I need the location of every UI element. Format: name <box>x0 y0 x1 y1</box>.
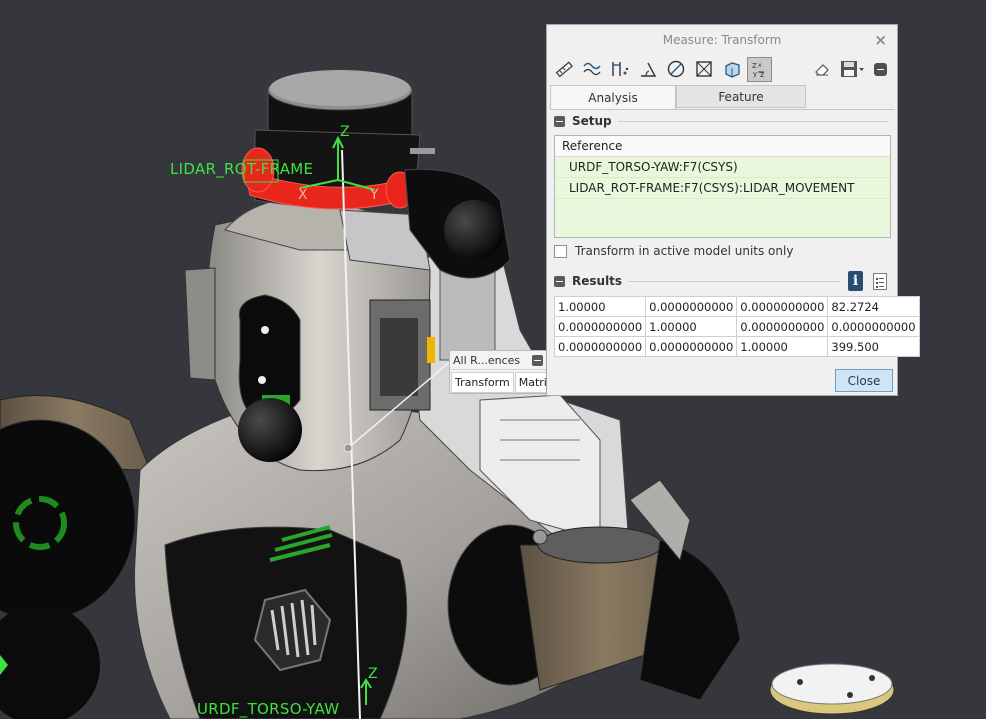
references-widget[interactable]: All R...ences Transform Matrix <box>449 350 547 394</box>
active-units-checkbox[interactable] <box>554 244 567 258</box>
matrix-cell: 1.00000 <box>645 316 738 337</box>
dialog-titlebar[interactable]: Measure: Transform × <box>547 25 897 55</box>
matrix-cell: 0.0000000000 <box>827 316 920 337</box>
close-button[interactable]: Close <box>835 369 893 392</box>
results-title: Results <box>572 274 623 288</box>
reference-item[interactable]: LIDAR_ROT-FRAME:F7(CSYS):LIDAR_MOVEMENT <box>555 178 890 199</box>
info-icon[interactable]: i <box>848 271 863 291</box>
collapse-icon[interactable] <box>554 115 565 127</box>
matrix-cell: 0.0000000000 <box>736 296 829 317</box>
eraser-icon[interactable] <box>809 57 834 82</box>
svg-text:x: x <box>758 62 762 69</box>
measure-transform-dialog: Measure: Transform × Zxyz Analysis Featu… <box>546 24 920 396</box>
table-row: 0.0000000000 0.0000000000 1.00000 399.50… <box>553 336 920 357</box>
distance-icon[interactable] <box>607 57 632 82</box>
axis-x-label: X <box>298 187 308 203</box>
matrix-cell: 82.2724 <box>827 296 920 317</box>
reference-list[interactable]: Reference URDF_TORSO-YAW:F7(CSYS) LIDAR_… <box>554 135 891 238</box>
axis-y-label: Y <box>370 187 379 203</box>
references-widget-header: All R...ences <box>450 351 546 370</box>
measure-toolbar: Zxyz <box>551 55 893 83</box>
matrix-cell: 0.0000000000 <box>553 316 647 337</box>
matrix-cell: 0.0000000000 <box>553 336 647 357</box>
collapse-icon[interactable] <box>532 354 543 366</box>
matrix-cell: 0.0000000000 <box>736 316 829 337</box>
save-icon[interactable] <box>837 57 867 82</box>
reference-item[interactable]: URDF_TORSO-YAW:F7(CSYS) <box>555 157 890 178</box>
matrix-cell: 399.500 <box>827 336 920 357</box>
angle-icon[interactable] <box>635 57 660 82</box>
matrix-cell: 0.0000000000 <box>645 296 738 317</box>
dialog-title: Measure: Transform <box>662 33 782 47</box>
torso-frame-label: URDF_TORSO-YAW <box>197 700 340 718</box>
lidar-frame-label: LIDAR_ROT-FRAME <box>170 160 314 178</box>
setup-section-header[interactable]: Setup <box>554 113 889 129</box>
widget-tab-matrix[interactable]: Matrix <box>514 371 546 393</box>
matrix-cell: 0.0000000000 <box>645 336 738 357</box>
volume-icon[interactable] <box>719 57 744 82</box>
active-units-checkbox-row[interactable]: Transform in active model units only <box>554 241 793 261</box>
widget-tab-transform[interactable]: Transform <box>451 371 514 393</box>
details-list-icon[interactable] <box>873 273 887 290</box>
reference-column-header: Reference <box>555 136 890 157</box>
tab-feature[interactable]: Feature <box>676 85 806 108</box>
matrix-cell: 1.00000 <box>553 296 647 317</box>
transform-icon[interactable]: Zxyz <box>747 56 772 82</box>
matrix-cell: 1.00000 <box>736 336 829 357</box>
results-matrix-table: 1.00000 0.0000000000 0.0000000000 82.272… <box>553 296 920 357</box>
ruler-icon[interactable] <box>551 57 576 82</box>
active-units-checkbox-label: Transform in active model units only <box>575 244 794 258</box>
dialog-tabs: Analysis Feature <box>550 85 895 110</box>
collapse-icon[interactable] <box>554 275 565 287</box>
axis-z-label-bottom: Z <box>368 666 378 682</box>
curve-length-icon[interactable] <box>579 57 604 82</box>
toolbar-collapse-icon[interactable] <box>874 62 887 76</box>
area-icon[interactable] <box>691 57 716 82</box>
references-widget-title: All R...ences <box>453 353 521 367</box>
setup-title: Setup <box>572 114 612 128</box>
svg-text:z: z <box>760 70 764 79</box>
results-section-header[interactable]: Results <box>554 273 840 289</box>
axis-z-label-top: Z <box>340 124 350 140</box>
svg-text:y: y <box>753 70 757 78</box>
table-row: 1.00000 0.0000000000 0.0000000000 82.272… <box>553 296 920 317</box>
table-row: 0.0000000000 1.00000 0.0000000000 0.0000… <box>553 316 920 337</box>
tab-analysis[interactable]: Analysis <box>550 85 676 109</box>
svg-text:Z: Z <box>752 62 757 70</box>
close-icon[interactable]: × <box>874 31 887 49</box>
diameter-icon[interactable] <box>663 57 688 82</box>
